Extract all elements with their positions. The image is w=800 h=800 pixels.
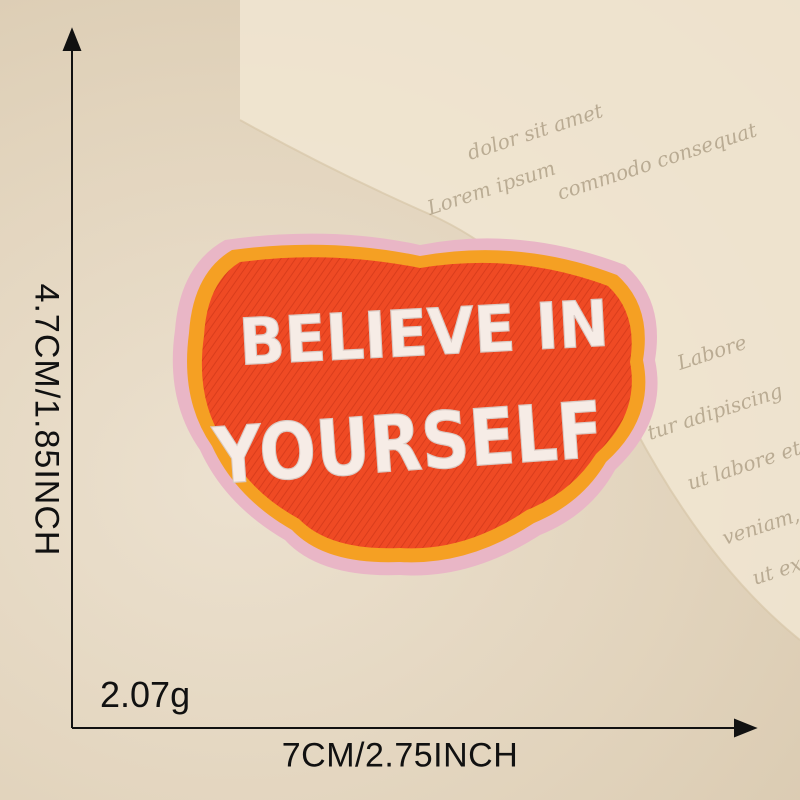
embroidered-patch: BELIEVE IN YOURSELF [172, 233, 658, 576]
height-dimension-label: 4.7CM/1.85INCH [27, 283, 66, 557]
product-photo: Lorem ipsum dolor sit amet commodo conse… [0, 0, 800, 800]
arrow-up-icon [62, 27, 82, 51]
width-dimension-label: 7CM/2.75INCH [281, 736, 519, 775]
weight-label: 2.07g [100, 674, 191, 715]
arrow-right-icon [734, 718, 758, 738]
